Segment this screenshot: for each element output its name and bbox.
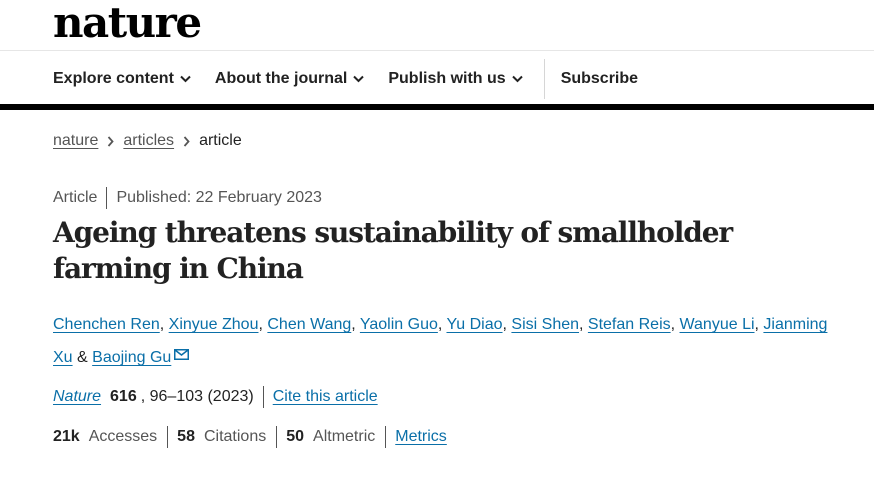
- nav-bottom-bar: [0, 104, 874, 110]
- author-link[interactable]: Xinyue Zhou: [169, 316, 259, 333]
- altmetric-label: Altmetric: [313, 428, 376, 445]
- citations-label: Citations: [203, 428, 267, 445]
- nature-logo[interactable]: nature: [53, 0, 202, 48]
- citation-line: Nature 616 , 96–103 (2023) Cite this art…: [53, 386, 378, 408]
- breadcrumb-articles[interactable]: articles: [123, 132, 174, 150]
- article-meta: Article Published: 22 February 2023: [53, 187, 322, 209]
- author-link[interactable]: Chenchen Ren: [53, 316, 160, 333]
- author-link[interactable]: Wanyue Li: [680, 316, 755, 333]
- metrics-divider: [276, 426, 278, 448]
- cite-this-article-link[interactable]: Cite this article: [273, 388, 378, 406]
- breadcrumb-nature[interactable]: nature: [53, 132, 98, 150]
- volume: 616: [110, 388, 137, 405]
- chevron-down-icon: [353, 75, 365, 83]
- author-separator: ,: [351, 316, 360, 333]
- nav-subscribe[interactable]: Subscribe: [561, 70, 638, 88]
- accesses-count: 21k: [53, 428, 80, 445]
- breadcrumb: nature articles article: [53, 132, 242, 150]
- metrics-link[interactable]: Metrics: [395, 428, 447, 446]
- article-metrics: 21k Accesses 58 Citations 50 Altmetric M…: [53, 426, 447, 448]
- citations-count: 58: [177, 428, 195, 445]
- journal-link[interactable]: Nature: [53, 388, 101, 406]
- article-type: Article: [53, 189, 98, 206]
- nav-subscribe-label: Subscribe: [560, 70, 639, 87]
- author-separator: ,: [579, 316, 588, 333]
- chevron-down-icon: [180, 75, 191, 83]
- nav-divider: [543, 59, 545, 99]
- author-list: Chenchen Ren, Xinyue Zhou, Chen Wang, Ya…: [53, 309, 843, 373]
- main-nav: Explore content About the journal Publis…: [53, 58, 662, 100]
- mail-icon[interactable]: [174, 340, 190, 371]
- nav-publish-with-us[interactable]: Publish with us: [388, 70, 523, 88]
- chevron-down-icon: [511, 75, 523, 83]
- nav-about-the-journal[interactable]: About the journal: [214, 70, 365, 88]
- meta-divider: [106, 187, 108, 209]
- pages-year: , 96–103 (2023): [140, 388, 254, 405]
- author-link[interactable]: Yaolin Guo: [360, 316, 438, 333]
- publish-date: Published: 22 February 2023: [116, 189, 322, 206]
- chevron-right-icon: [183, 135, 190, 147]
- metrics-divider: [167, 426, 169, 448]
- nav-explore-content-label: Explore content: [53, 70, 174, 87]
- header-divider: [0, 50, 874, 51]
- author-link[interactable]: Baojing Gu: [92, 349, 171, 366]
- nav-about-the-journal-label: About the journal: [214, 70, 348, 87]
- author-link[interactable]: Sisi Shen: [511, 316, 579, 333]
- author-separator: &: [72, 349, 93, 366]
- author-separator: ,: [159, 316, 169, 333]
- article-title: Ageing threatens sustainability of small…: [53, 216, 733, 285]
- author-link[interactable]: Chen Wang: [267, 316, 351, 333]
- metrics-divider: [385, 426, 387, 448]
- author-link[interactable]: Yu Diao: [446, 316, 502, 333]
- citation-divider: [262, 386, 264, 408]
- accesses-label: Accesses: [88, 428, 158, 445]
- chevron-right-icon: [107, 135, 115, 147]
- altmetric-count: 50: [286, 428, 305, 445]
- nav-explore-content[interactable]: Explore content: [53, 70, 191, 88]
- nav-publish-with-us-label: Publish with us: [388, 70, 506, 87]
- breadcrumb-article: article: [199, 132, 242, 149]
- author-separator: ,: [670, 316, 680, 333]
- author-link[interactable]: Stefan Reis: [588, 316, 671, 333]
